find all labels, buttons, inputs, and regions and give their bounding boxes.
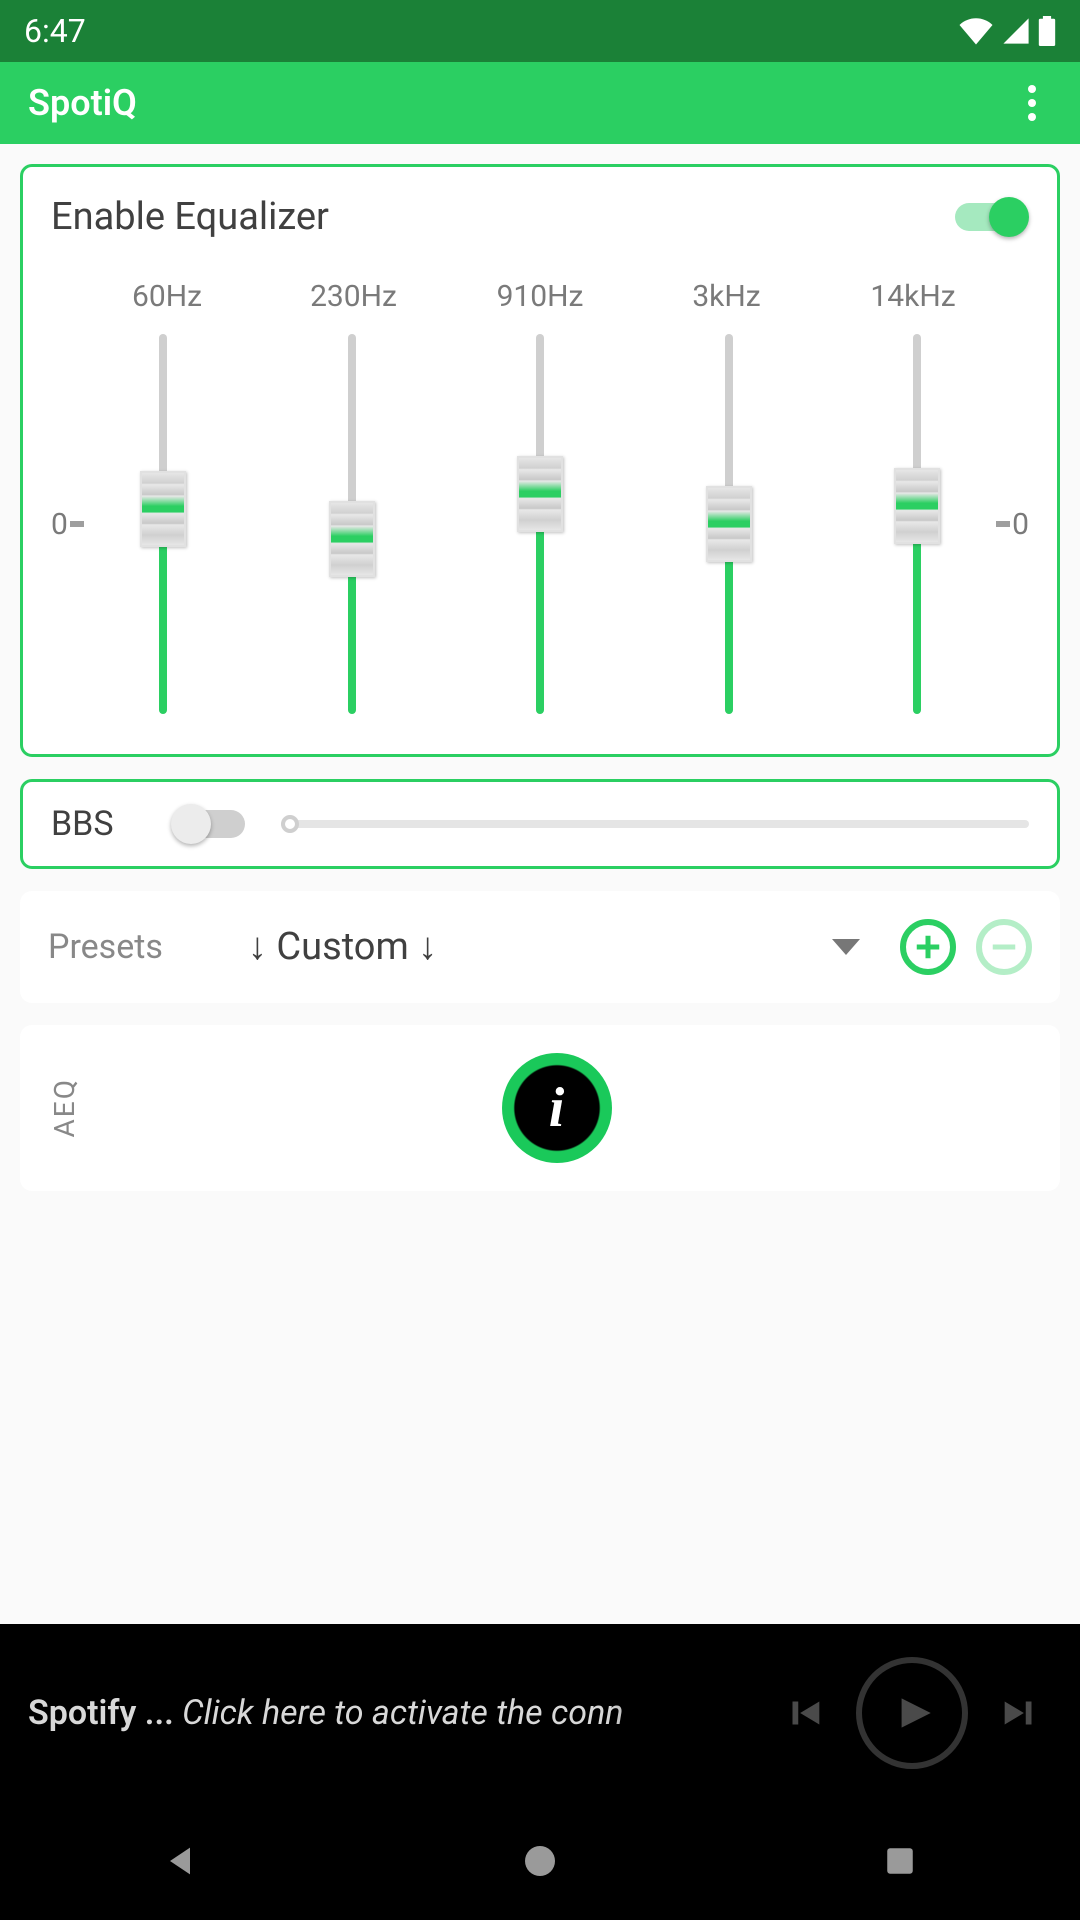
player-now-playing-text: Spotify ... Click here to activate the c… — [28, 1693, 752, 1733]
eq-zero-left: 0 — [51, 507, 107, 542]
eq-slider-910hz[interactable] — [510, 334, 570, 714]
info-icon: i — [549, 1076, 565, 1140]
presets-select[interactable]: ↓ Custom ↓ — [228, 925, 880, 969]
system-nav-bar — [0, 1802, 1080, 1920]
play-button[interactable] — [856, 1657, 968, 1769]
skip-next-icon — [997, 1690, 1043, 1736]
presets-label: Presets — [48, 927, 208, 967]
back-button[interactable] — [150, 1831, 210, 1891]
overflow-menu-button[interactable] — [1012, 83, 1052, 123]
eq-band-label: 14kHz — [853, 279, 973, 314]
eq-band-labels: 60Hz 230Hz 910Hz 3kHz 14kHz — [51, 279, 1029, 314]
app-bar: SpotiQ — [0, 62, 1080, 144]
play-icon — [887, 1688, 937, 1738]
eq-band-label: 230Hz — [294, 279, 414, 314]
add-preset-button[interactable] — [900, 919, 956, 975]
bbs-slider[interactable] — [281, 814, 1029, 834]
battery-icon — [1038, 16, 1056, 46]
eq-band-label: 3kHz — [667, 279, 787, 314]
app-title: SpotiQ — [28, 82, 137, 124]
eq-band-label: 910Hz — [480, 279, 600, 314]
bbs-label: BBS — [51, 804, 141, 844]
remove-preset-button — [976, 919, 1032, 975]
previous-track-button[interactable] — [772, 1681, 836, 1745]
eq-zero-right: 0 — [973, 507, 1029, 542]
plus-icon — [913, 932, 943, 962]
skip-previous-icon — [781, 1690, 827, 1736]
aeq-card: AEQ i — [20, 1025, 1060, 1191]
presets-card: Presets ↓ Custom ↓ — [20, 891, 1060, 1003]
eq-slider-3khz[interactable] — [699, 334, 759, 714]
enable-equalizer-toggle[interactable] — [949, 197, 1029, 237]
status-bar: 6:47 — [0, 0, 1080, 62]
nav-back-icon — [160, 1841, 200, 1881]
bbs-toggle[interactable] — [171, 804, 251, 844]
eq-sliders — [107, 334, 973, 714]
enable-equalizer-label: Enable Equalizer — [51, 195, 329, 239]
nav-home-icon — [522, 1843, 558, 1879]
chevron-down-icon — [832, 939, 860, 955]
home-button[interactable] — [510, 1831, 570, 1891]
recent-apps-button[interactable] — [870, 1831, 930, 1891]
cell-signal-icon — [1002, 17, 1030, 45]
equalizer-card: Enable Equalizer 60Hz 230Hz 910Hz 3kHz 1… — [20, 164, 1060, 757]
bbs-card: BBS — [20, 779, 1060, 869]
wifi-icon — [958, 17, 994, 45]
minus-icon — [989, 932, 1019, 962]
aeq-info-button[interactable]: i — [502, 1053, 612, 1163]
eq-slider-230hz[interactable] — [322, 334, 382, 714]
next-track-button[interactable] — [988, 1681, 1052, 1745]
more-vert-icon — [1028, 85, 1036, 93]
status-icons — [958, 16, 1056, 46]
nav-recent-icon — [883, 1844, 917, 1878]
eq-slider-14khz[interactable] — [887, 334, 947, 714]
eq-band-label: 60Hz — [107, 279, 227, 314]
eq-slider-60hz[interactable] — [133, 334, 193, 714]
player-bar[interactable]: Spotify ... Click here to activate the c… — [0, 1624, 1080, 1802]
status-time: 6:47 — [24, 12, 86, 50]
presets-selected: ↓ Custom ↓ — [248, 925, 437, 969]
aeq-label: AEQ — [48, 1078, 81, 1137]
